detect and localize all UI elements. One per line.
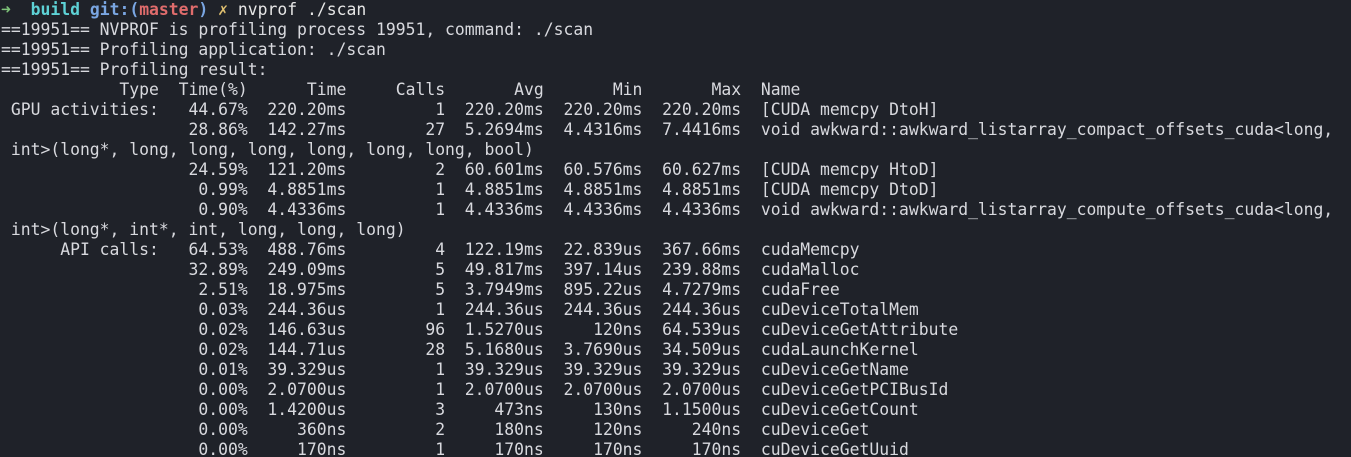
table-row: 0.99% 4.8851ms 1 4.8851ms 4.8851ms 4.885… <box>1 180 939 199</box>
prompt-arrow-icon: ➜ <box>1 0 11 19</box>
table-row: API calls: 64.53% 488.76ms 4 122.19ms 22… <box>1 240 860 259</box>
output-line: ==19951== Profiling application: ./scan <box>1 40 386 59</box>
table-row: 24.59% 121.20ms 2 60.601ms 60.576ms 60.6… <box>1 160 939 179</box>
table-row: 0.03% 244.36us 1 244.36us 244.36us 244.3… <box>1 300 919 319</box>
prompt-directory: build <box>30 0 80 19</box>
prompt-git-close: ) <box>198 0 209 19</box>
command-text: nvprof ./scan <box>237 0 367 19</box>
prompt-git-branch: master <box>139 0 199 19</box>
table-row: 28.86% 142.27ms 27 5.2694ms 4.4316ms 7.4… <box>1 120 1334 139</box>
table-row: 2.51% 18.975ms 5 3.7949ms 895.22us 4.727… <box>1 280 840 299</box>
prompt-git-label: git:( <box>89 0 140 19</box>
table-row: 0.00% 2.0700us 1 2.0700us 2.0700us 2.070… <box>1 380 949 399</box>
table-row: 0.00% 1.4200us 3 473ns 130ns 1.1500us cu… <box>1 400 919 419</box>
table-row: 0.00% 170ns 1 170ns 170ns 170ns cuDevice… <box>1 440 909 457</box>
table-row: 0.02% 146.63us 96 1.5270us 120ns 64.539u… <box>1 320 959 339</box>
terminal-window[interactable]: ➜ build git:(master) ✗ nvprof ./scan ==1… <box>0 0 1351 457</box>
prompt-line: ➜ build git:(master) ✗ nvprof ./scan <box>1 0 1333 20</box>
table-row-continuation: int>(long*, long, long, long, long, long… <box>1 140 534 159</box>
git-dirty-icon: ✗ <box>218 0 229 19</box>
table-header: Type Time(%) Time Calls Avg Min Max Name <box>1 80 801 99</box>
table-row-continuation: int>(long*, int*, int, long, long, long) <box>1 220 406 239</box>
output-line: ==19951== NVPROF is profiling process 19… <box>1 20 594 39</box>
table-row: 32.89% 249.09ms 5 49.817ms 397.14us 239.… <box>1 260 860 279</box>
table-row: 0.02% 144.71us 28 5.1680us 3.7690us 34.5… <box>1 340 919 359</box>
terminal-output: ➜ build git:(master) ✗ nvprof ./scan ==1… <box>1 0 1333 457</box>
output-line: ==19951== Profiling result: <box>1 60 268 79</box>
table-row: 0.90% 4.4336ms 1 4.4336ms 4.4336ms 4.433… <box>1 200 1334 219</box>
table-row: 0.00% 360ns 2 180ns 120ns 240ns cuDevice… <box>1 420 870 439</box>
table-row: 0.01% 39.329us 1 39.329us 39.329us 39.32… <box>1 360 909 379</box>
table-row: GPU activities: 44.67% 220.20ms 1 220.20… <box>1 100 939 119</box>
